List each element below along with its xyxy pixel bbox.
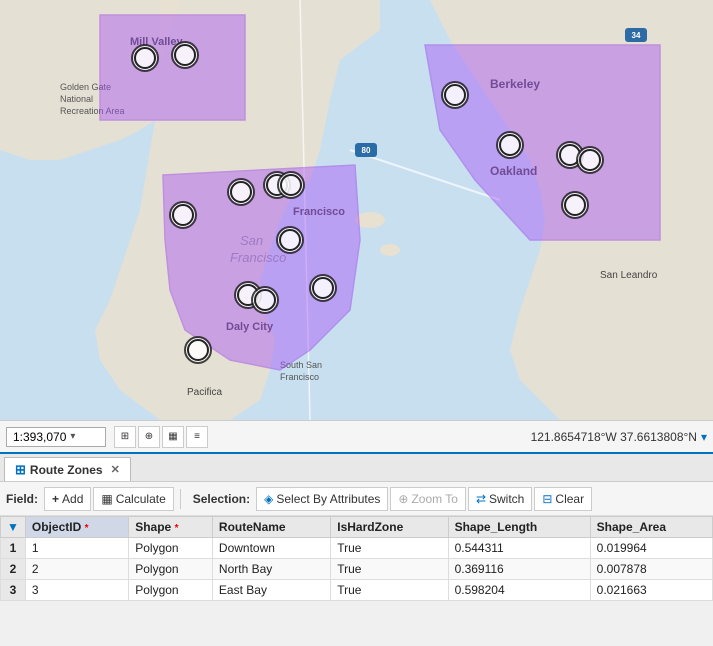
clear-button[interactable]: ⊟ Clear — [534, 487, 592, 511]
cell-shapearea: 0.021663 — [590, 580, 712, 601]
toolbar-separator-1 — [180, 489, 181, 509]
cell-rownum: 1 — [1, 538, 26, 559]
calculate-button[interactable]: ▦ Calculate — [93, 487, 173, 511]
table-toolbar: Field: + Add ▦ Calculate Selection: ◈ Se… — [0, 482, 713, 516]
cell-shapearea: 0.019964 — [590, 538, 712, 559]
table-body: 1 1 Polygon Downtown True 0.544311 0.019… — [1, 538, 713, 601]
map-toolbar: 1:393,070 ▾ ⊞ ⊕ ▦ ≡ 121.8654718°W 37.661… — [0, 420, 713, 452]
table-scroll-area[interactable]: ▼ ObjectID * Shape * RouteName IsHardZon… — [0, 516, 713, 601]
selection-group: Selection: ◈ Select By Attributes ⊕ Zoom… — [187, 487, 592, 511]
table-panel: ⊞ Route Zones ✕ Field: + Add ▦ Calculate… — [0, 452, 713, 601]
cell-routename: Downtown — [212, 538, 330, 559]
clear-icon: ⊟ — [542, 492, 552, 506]
add-icon: + — [52, 492, 59, 506]
switch-icon: ⇄ — [476, 492, 486, 506]
cell-rownum: 3 — [1, 580, 26, 601]
table-tab-bar: ⊞ Route Zones ✕ — [0, 454, 713, 482]
scale-selector[interactable]: 1:393,070 ▾ — [6, 427, 106, 447]
th-ishardzone[interactable]: IsHardZone — [331, 517, 448, 538]
cell-objectid: 2 — [25, 559, 128, 580]
switch-label: Switch — [489, 492, 524, 506]
cell-routename: North Bay — [212, 559, 330, 580]
tab-grid-icon: ⊞ — [15, 462, 26, 478]
select-icon: ◈ — [264, 492, 273, 506]
th-rownum: ▼ — [1, 517, 26, 538]
svg-text:San Leandro: San Leandro — [600, 270, 658, 281]
cell-rownum: 2 — [1, 559, 26, 580]
svg-text:34: 34 — [632, 31, 641, 40]
cell-shapelength: 0.369116 — [448, 559, 590, 580]
selection-label: Selection: — [193, 492, 250, 506]
cell-shape: Polygon — [129, 538, 213, 559]
select-by-attributes-label: Select By Attributes — [276, 492, 380, 506]
map-table-button[interactable]: ▦ — [162, 426, 184, 448]
add-button[interactable]: + Add — [44, 487, 91, 511]
th-objectid[interactable]: ObjectID * — [25, 517, 128, 538]
calculate-label: Calculate — [116, 492, 166, 506]
coordinates-display: 121.8654718°W 37.6613808°N ▾ — [531, 430, 707, 444]
th-routename[interactable]: RouteName — [212, 517, 330, 538]
add-label: Add — [62, 492, 83, 506]
coords-text: 121.8654718°W 37.6613808°N — [531, 430, 697, 444]
map-grid-button[interactable]: ⊞ — [114, 426, 136, 448]
cell-ishardzone: True — [331, 559, 448, 580]
map-view[interactable]: 80 34 Mill Valley Golden Gate National R… — [0, 0, 713, 420]
svg-text:Francisco: Francisco — [280, 372, 319, 382]
cell-objectid: 3 — [25, 580, 128, 601]
cell-objectid: 1 — [25, 538, 128, 559]
svg-text:80: 80 — [362, 146, 371, 155]
zoom-icon: ⊕ — [398, 492, 408, 506]
cell-shapearea: 0.007878 — [590, 559, 712, 580]
cell-ishardzone: True — [331, 580, 448, 601]
field-group: Field: + Add ▦ Calculate — [6, 487, 174, 511]
map-layer-button[interactable]: ≡ — [186, 426, 208, 448]
route-zones-tab[interactable]: ⊞ Route Zones ✕ — [4, 457, 131, 481]
cell-shapelength: 0.598204 — [448, 580, 590, 601]
table-row[interactable]: 2 2 Polygon North Bay True 0.369116 0.00… — [1, 559, 713, 580]
zoom-to-label: Zoom To — [411, 492, 457, 506]
cell-routename: East Bay — [212, 580, 330, 601]
cell-ishardzone: True — [331, 538, 448, 559]
map-measure-button[interactable]: ⊕ — [138, 426, 160, 448]
th-shape[interactable]: Shape * — [129, 517, 213, 538]
coords-dropdown[interactable]: ▾ — [701, 430, 707, 444]
cell-shape: Polygon — [129, 559, 213, 580]
svg-text:Pacifica: Pacifica — [187, 387, 222, 398]
scale-dropdown-arrow[interactable]: ▾ — [70, 431, 75, 442]
table-row[interactable]: 1 1 Polygon Downtown True 0.544311 0.019… — [1, 538, 713, 559]
sort-icon: ▼ — [7, 520, 19, 534]
calculate-icon: ▦ — [101, 492, 112, 506]
map-tool-icons: ⊞ ⊕ ▦ ≡ — [114, 426, 208, 448]
scale-value: 1:393,070 — [13, 430, 66, 444]
select-by-attributes-button[interactable]: ◈ Select By Attributes — [256, 487, 388, 511]
cell-shape: Polygon — [129, 580, 213, 601]
switch-button[interactable]: ⇄ Switch — [468, 487, 532, 511]
field-label: Field: — [6, 492, 38, 506]
tab-label: Route Zones — [30, 463, 103, 477]
tab-close-button[interactable]: ✕ — [111, 463, 120, 476]
attribute-table: ▼ ObjectID * Shape * RouteName IsHardZon… — [0, 516, 713, 601]
cell-shapelength: 0.544311 — [448, 538, 590, 559]
th-shapelength[interactable]: Shape_Length — [448, 517, 590, 538]
clear-label: Clear — [555, 492, 584, 506]
table-row[interactable]: 3 3 Polygon East Bay True 0.598204 0.021… — [1, 580, 713, 601]
th-shapearea[interactable]: Shape_Area — [590, 517, 712, 538]
zoom-to-button[interactable]: ⊕ Zoom To — [390, 487, 466, 511]
svg-text:National: National — [60, 94, 93, 104]
